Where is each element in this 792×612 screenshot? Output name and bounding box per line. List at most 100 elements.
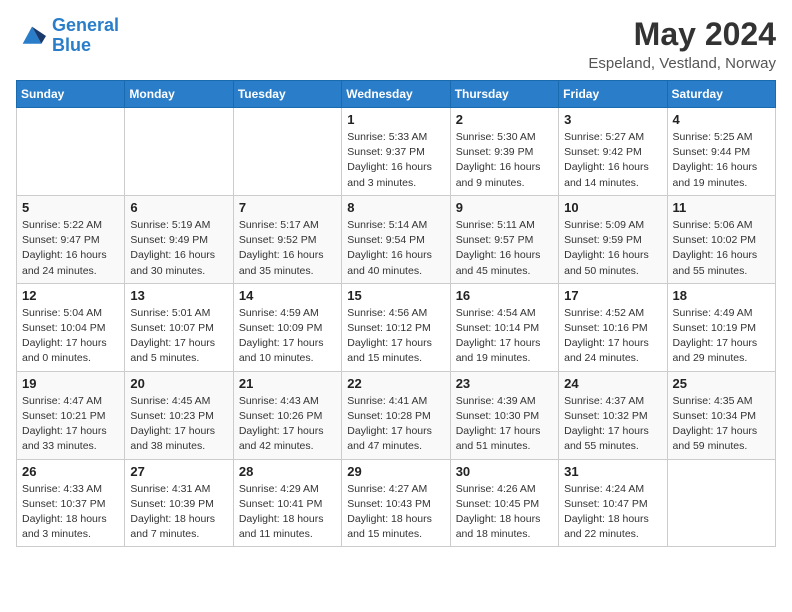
day-number: 26: [22, 464, 119, 479]
calendar-week-row: 1 Sunrise: 5:33 AMSunset: 9:37 PMDaylight…: [17, 108, 776, 196]
day-of-week-header: Wednesday: [342, 81, 450, 108]
day-number: 10: [564, 200, 661, 215]
calendar-day-cell: 9 Sunrise: 5:11 AMSunset: 9:57 PMDaylight…: [450, 195, 558, 283]
calendar-week-row: 12 Sunrise: 5:04 AMSunset: 10:04 PMDaylig…: [17, 283, 776, 371]
calendar-body: 1 Sunrise: 5:33 AMSunset: 9:37 PMDaylight…: [17, 108, 776, 547]
day-info: Sunrise: 4:26 AMSunset: 10:45 PMDaylight…: [456, 482, 553, 543]
calendar-day-cell: 23Sunrise: 4:39 AMSunset: 10:30 PMDaylig…: [450, 371, 558, 459]
day-info: Sunrise: 4:41 AMSunset: 10:28 PMDaylight…: [347, 394, 444, 455]
day-info: Sunrise: 4:43 AMSunset: 10:26 PMDaylight…: [239, 394, 336, 455]
calendar-day-cell: 6 Sunrise: 5:19 AMSunset: 9:49 PMDaylight…: [125, 195, 233, 283]
day-info: Sunrise: 5:01 AMSunset: 10:07 PMDaylight…: [130, 306, 227, 367]
calendar-day-cell: 18Sunrise: 4:49 AMSunset: 10:19 PMDaylig…: [667, 283, 775, 371]
day-info: Sunrise: 5:27 AMSunset: 9:42 PMDaylight:…: [564, 130, 661, 191]
calendar-day-cell: 12 Sunrise: 5:04 AMSunset: 10:04 PMDaylig…: [17, 283, 125, 371]
day-info: Sunrise: 5:11 AMSunset: 9:57 PMDaylight:…: [456, 218, 553, 279]
day-info: Sunrise: 4:35 AMSunset: 10:34 PMDaylight…: [673, 394, 770, 455]
day-info: Sunrise: 4:31 AMSunset: 10:39 PMDaylight…: [130, 482, 227, 543]
logo: General Blue: [16, 16, 119, 56]
day-number: 30: [456, 464, 553, 479]
day-number: 28: [239, 464, 336, 479]
day-number: 22: [347, 376, 444, 391]
day-number: 8: [347, 200, 444, 215]
calendar-day-cell: 30 Sunrise: 4:26 AMSunset: 10:45 PMDaylig…: [450, 459, 558, 547]
calendar-day-cell: 28 Sunrise: 4:29 AMSunset: 10:41 PMDaylig…: [233, 459, 341, 547]
day-info: Sunrise: 4:24 AMSunset: 10:47 PMDaylight…: [564, 482, 661, 543]
calendar-day-cell: 24 Sunrise: 4:37 AMSunset: 10:32 PMDaylig…: [559, 371, 667, 459]
calendar-day-cell: [17, 108, 125, 196]
day-of-week-header: Thursday: [450, 81, 558, 108]
day-number: 4: [673, 112, 770, 127]
day-number: 2: [456, 112, 553, 127]
day-number: 1: [347, 112, 444, 127]
day-info: Sunrise: 5:17 AMSunset: 9:52 PMDaylight:…: [239, 218, 336, 279]
day-info: Sunrise: 5:09 AMSunset: 9:59 PMDaylight:…: [564, 218, 661, 279]
calendar-day-cell: 14Sunrise: 4:59 AMSunset: 10:09 PMDaylig…: [233, 283, 341, 371]
day-number: 23: [456, 376, 553, 391]
calendar-day-cell: [667, 459, 775, 547]
day-number: 12: [22, 288, 119, 303]
calendar-week-row: 26 Sunrise: 4:33 AMSunset: 10:37 PMDaylig…: [17, 459, 776, 547]
day-info: Sunrise: 5:06 AMSunset: 10:02 PMDaylight…: [673, 218, 770, 279]
calendar-day-cell: 17 Sunrise: 4:52 AMSunset: 10:16 PMDaylig…: [559, 283, 667, 371]
day-number: 19: [22, 376, 119, 391]
day-number: 16: [456, 288, 553, 303]
calendar-day-cell: 16Sunrise: 4:54 AMSunset: 10:14 PMDaylig…: [450, 283, 558, 371]
calendar-day-cell: 10 Sunrise: 5:09 AMSunset: 9:59 PMDayligh…: [559, 195, 667, 283]
calendar-day-cell: [125, 108, 233, 196]
calendar-day-cell: 29 Sunrise: 4:27 AMSunset: 10:43 PMDaylig…: [342, 459, 450, 547]
calendar-day-cell: 26 Sunrise: 4:33 AMSunset: 10:37 PMDaylig…: [17, 459, 125, 547]
day-number: 3: [564, 112, 661, 127]
day-info: Sunrise: 5:25 AMSunset: 9:44 PMDaylight:…: [673, 130, 770, 191]
day-of-week-header: Saturday: [667, 81, 775, 108]
day-number: 24: [564, 376, 661, 391]
day-number: 29: [347, 464, 444, 479]
calendar-day-cell: 1 Sunrise: 5:33 AMSunset: 9:37 PMDaylight…: [342, 108, 450, 196]
calendar-day-cell: 8 Sunrise: 5:14 AMSunset: 9:54 PMDaylight…: [342, 195, 450, 283]
day-number: 17: [564, 288, 661, 303]
day-number: 7: [239, 200, 336, 215]
day-number: 5: [22, 200, 119, 215]
day-of-week-header: Friday: [559, 81, 667, 108]
calendar-day-cell: 22 Sunrise: 4:41 AMSunset: 10:28 PMDaylig…: [342, 371, 450, 459]
day-info: Sunrise: 5:14 AMSunset: 9:54 PMDaylight:…: [347, 218, 444, 279]
day-info: Sunrise: 4:47 AMSunset: 10:21 PMDaylight…: [22, 394, 119, 455]
calendar-day-cell: 15Sunrise: 4:56 AMSunset: 10:12 PMDaylig…: [342, 283, 450, 371]
calendar-day-cell: 4 Sunrise: 5:25 AMSunset: 9:44 PMDaylight…: [667, 108, 775, 196]
day-number: 25: [673, 376, 770, 391]
day-info: Sunrise: 4:56 AMSunset: 10:12 PMDaylight…: [347, 306, 444, 367]
calendar-day-cell: 3 Sunrise: 5:27 AMSunset: 9:42 PMDaylight…: [559, 108, 667, 196]
calendar-week-row: 5 Sunrise: 5:22 AMSunset: 9:47 PMDaylight…: [17, 195, 776, 283]
calendar-day-cell: 13 Sunrise: 5:01 AMSunset: 10:07 PMDaylig…: [125, 283, 233, 371]
day-info: Sunrise: 5:19 AMSunset: 9:49 PMDaylight:…: [130, 218, 227, 279]
calendar-week-row: 19 Sunrise: 4:47 AMSunset: 10:21 PMDaylig…: [17, 371, 776, 459]
day-info: Sunrise: 4:37 AMSunset: 10:32 PMDaylight…: [564, 394, 661, 455]
day-info: Sunrise: 5:04 AMSunset: 10:04 PMDaylight…: [22, 306, 119, 367]
calendar-day-cell: 2 Sunrise: 5:30 AMSunset: 9:39 PMDaylight…: [450, 108, 558, 196]
day-info: Sunrise: 5:30 AMSunset: 9:39 PMDaylight:…: [456, 130, 553, 191]
day-number: 20: [130, 376, 227, 391]
calendar-day-cell: 5 Sunrise: 5:22 AMSunset: 9:47 PMDaylight…: [17, 195, 125, 283]
calendar-day-cell: 7 Sunrise: 5:17 AMSunset: 9:52 PMDaylight…: [233, 195, 341, 283]
day-info: Sunrise: 4:52 AMSunset: 10:16 PMDaylight…: [564, 306, 661, 367]
day-number: 6: [130, 200, 227, 215]
day-info: Sunrise: 5:22 AMSunset: 9:47 PMDaylight:…: [22, 218, 119, 279]
calendar-day-cell: 25 Sunrise: 4:35 AMSunset: 10:34 PMDaylig…: [667, 371, 775, 459]
day-number: 13: [130, 288, 227, 303]
day-info: Sunrise: 5:33 AMSunset: 9:37 PMDaylight:…: [347, 130, 444, 191]
day-number: 9: [456, 200, 553, 215]
day-info: Sunrise: 4:33 AMSunset: 10:37 PMDaylight…: [22, 482, 119, 543]
day-info: Sunrise: 4:45 AMSunset: 10:23 PMDaylight…: [130, 394, 227, 455]
day-info: Sunrise: 4:27 AMSunset: 10:43 PMDaylight…: [347, 482, 444, 543]
day-number: 31: [564, 464, 661, 479]
day-of-week-header: Sunday: [17, 81, 125, 108]
day-of-week-header: Monday: [125, 81, 233, 108]
calendar-day-cell: 27 Sunrise: 4:31 AMSunset: 10:39 PMDaylig…: [125, 459, 233, 547]
day-number: 18: [673, 288, 770, 303]
day-number: 11: [673, 200, 770, 215]
day-number: 21: [239, 376, 336, 391]
day-info: Sunrise: 4:29 AMSunset: 10:41 PMDaylight…: [239, 482, 336, 543]
day-number: 27: [130, 464, 227, 479]
title-block: May 2024 Espeland, Vestland, Norway: [588, 16, 776, 72]
day-of-week-header: Tuesday: [233, 81, 341, 108]
